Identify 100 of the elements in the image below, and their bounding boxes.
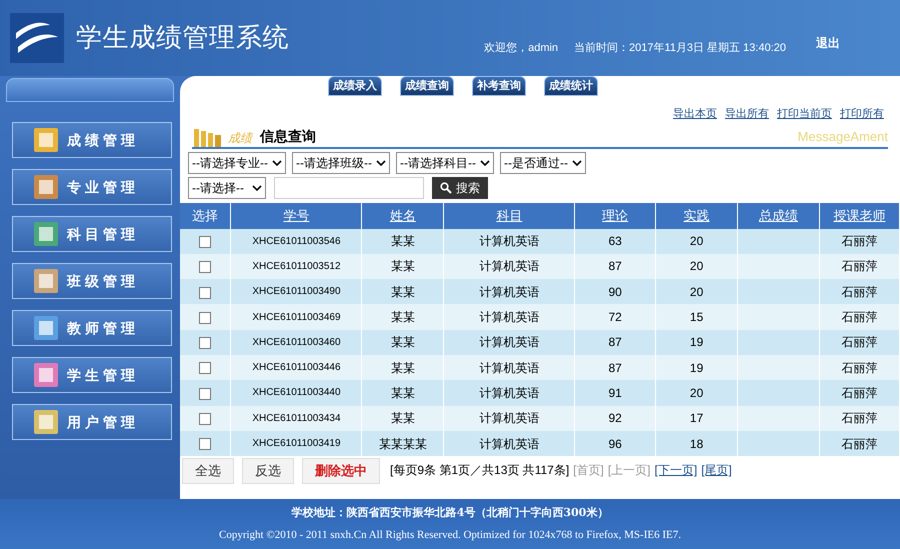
row-checkbox[interactable] xyxy=(199,388,212,400)
table-cell: 某某 xyxy=(390,335,415,350)
table-cell: 计算机英语 xyxy=(479,234,540,248)
table-cell: 19 xyxy=(690,335,704,350)
table-cell: 87 xyxy=(608,335,622,350)
table-cell: XHCE61011003469 xyxy=(252,312,341,323)
row-checkbox[interactable] xyxy=(199,438,212,450)
action-button[interactable]: 反选 xyxy=(242,458,294,484)
table-cell: XHCE61011003419 xyxy=(252,438,341,450)
logout-link[interactable]: 退出 xyxy=(816,34,840,52)
menu-item-icon xyxy=(33,127,59,153)
table-cell: 某某 xyxy=(390,411,415,426)
pagination-link[interactable]: [下一页] xyxy=(654,461,698,480)
table-cell: XHCE61011003440 xyxy=(252,387,341,398)
caret-icon xyxy=(572,160,582,166)
pagination-info: [每页9条 第1页／共13页 共117条] xyxy=(390,462,570,480)
current-time: 当前时间：2017年11月3日 星期五 13:40:20 xyxy=(574,40,786,56)
table-cell: 87 xyxy=(608,360,622,375)
table-cell: XHCE61011003490 xyxy=(252,286,341,298)
app-title: 学生成绩管理系统 xyxy=(76,22,290,54)
row-checkbox[interactable] xyxy=(199,413,212,426)
table-cell: 92 xyxy=(608,411,622,426)
table-cell: XHCE61011003434 xyxy=(252,412,341,424)
delete-button[interactable]: 删除选中 xyxy=(302,458,380,484)
row-checkbox[interactable] xyxy=(199,362,212,374)
search-button[interactable]: 搜索 xyxy=(432,176,488,198)
copyright-text: Copyright ©2010 - 2011 snxh.Cn All Rights Reserved. Optimized for 1024x768 to Firefox, MS-IE6 IE7. xyxy=(219,528,681,543)
table-cell: XHCE61011003546 xyxy=(252,236,341,247)
column-header[interactable]: 姓名 xyxy=(390,208,416,223)
column-header[interactable]: 实践 xyxy=(684,208,710,223)
books-icon xyxy=(192,126,222,146)
row-checkbox[interactable] xyxy=(199,286,212,299)
column-header[interactable]: 科目 xyxy=(496,208,522,223)
school-address: 学校地址：陕西省西安市振华北路4号（北稍门十字向西300米） xyxy=(292,504,608,520)
table-cell: 计算机英语 xyxy=(479,335,540,350)
table-cell: 某某 xyxy=(390,259,415,274)
sidebar-item[interactable]: 用户管理 xyxy=(12,404,172,440)
section-prefix: 成绩 xyxy=(228,130,252,146)
sidebar-item[interactable]: 成绩管理 xyxy=(12,122,172,158)
table-cell: 石丽萍 xyxy=(841,360,878,375)
top-tab[interactable]: 补考查询 xyxy=(472,76,526,96)
export-link[interactable]: 打印当前页 xyxy=(777,106,832,122)
menu-item-icon xyxy=(33,174,59,200)
column-header[interactable]: 学号 xyxy=(283,208,310,223)
table-cell: 计算机英语 xyxy=(479,411,540,426)
table-cell: 91 xyxy=(608,386,622,400)
table-cell: 计算机英语 xyxy=(479,360,540,375)
top-tab[interactable]: 成绩统计 xyxy=(544,76,598,96)
table-cell: 63 xyxy=(608,234,622,248)
table-cell: 某某 xyxy=(390,284,415,299)
row-checkbox[interactable] xyxy=(199,236,212,248)
pagination-link[interactable]: [尾页] xyxy=(701,461,732,480)
export-link[interactable]: 打印所有 xyxy=(840,106,884,122)
swoosh-logo-icon xyxy=(10,13,64,63)
sidebar-item[interactable]: 教师管理 xyxy=(12,310,172,346)
export-link[interactable]: 导出所有 xyxy=(725,106,769,122)
search-icon xyxy=(440,182,452,194)
menu-item-icon xyxy=(33,268,59,294)
menu-item-icon xyxy=(33,221,59,247)
table-cell: XHCE61011003512 xyxy=(252,260,341,272)
category-select[interactable]: --请选择-- xyxy=(188,176,266,198)
section-tag: MessageAment xyxy=(798,127,888,146)
filter-select[interactable]: --请选择班级-- xyxy=(292,152,390,174)
sidebar-item[interactable]: 科目管理 xyxy=(12,216,172,252)
caret-icon xyxy=(480,160,490,166)
row-checkbox[interactable] xyxy=(199,261,212,274)
sidebar-item[interactable]: 专业管理 xyxy=(12,169,172,205)
top-tab[interactable]: 成绩查询 xyxy=(400,76,454,96)
table-cell: 计算机英语 xyxy=(479,386,540,400)
column-header[interactable]: 总成绩 xyxy=(759,208,798,223)
sidebar-item[interactable]: 学生管理 xyxy=(12,357,172,393)
table-cell: 15 xyxy=(690,310,704,324)
table-cell: 20 xyxy=(690,259,704,274)
table-cell: 17 xyxy=(690,411,704,426)
sidebar-item[interactable]: 班级管理 xyxy=(12,263,172,299)
filter-select[interactable]: --请选择科目-- xyxy=(396,152,494,174)
table-cell: 石丽萍 xyxy=(841,335,878,350)
row-checkbox[interactable] xyxy=(199,337,212,350)
table-cell: XHCE61011003446 xyxy=(252,362,341,374)
menu-item-icon xyxy=(33,409,59,435)
column-header[interactable]: 理论 xyxy=(602,208,628,223)
table-cell: 石丽萍 xyxy=(841,284,878,299)
table-cell: 20 xyxy=(690,234,704,248)
table-cell: 某某 xyxy=(390,360,415,375)
caret-icon xyxy=(252,184,262,190)
filter-select[interactable]: --请选择专业-- xyxy=(188,152,286,174)
table-cell: 石丽萍 xyxy=(841,234,878,248)
table-cell: XHCE61011003460 xyxy=(252,336,341,348)
top-tab[interactable]: 成绩录入 xyxy=(328,76,382,96)
section-title: 信息查询 xyxy=(260,126,316,146)
table-cell: 石丽萍 xyxy=(841,436,878,451)
table-cell: 某某 xyxy=(390,386,415,400)
search-input[interactable] xyxy=(274,176,424,198)
table-cell: 某某某某 xyxy=(378,436,427,451)
row-checkbox[interactable] xyxy=(199,312,212,324)
table-cell: 计算机英语 xyxy=(479,436,540,451)
export-link[interactable]: 导出本页 xyxy=(673,106,717,122)
column-header[interactable]: 授课老师 xyxy=(833,208,886,223)
action-button[interactable]: 全选 xyxy=(182,458,234,484)
filter-select[interactable]: --是否通过-- xyxy=(500,152,586,174)
